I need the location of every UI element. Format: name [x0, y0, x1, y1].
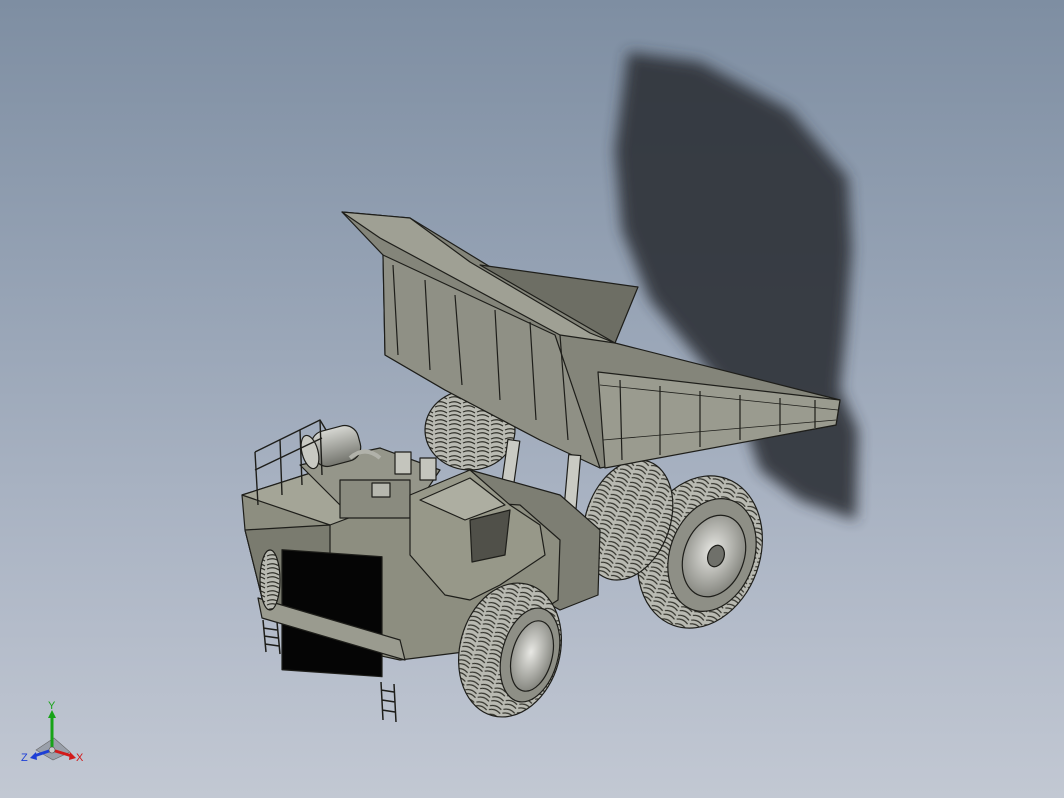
front-tire-left: [259, 549, 281, 611]
axis-triad[interactable]: Y Z X: [18, 700, 88, 770]
x-axis-label: X: [76, 752, 84, 764]
y-axis-label: Y: [48, 700, 56, 712]
triad-origin-icon: [48, 746, 56, 754]
z-axis-label: Z: [21, 752, 28, 764]
z-axis-head-icon: [30, 752, 37, 760]
x-axis-head-icon: [69, 752, 76, 760]
truck-model-canvas[interactable]: [0, 0, 1064, 798]
3d-viewport[interactable]: Y Z X: [0, 0, 1064, 798]
